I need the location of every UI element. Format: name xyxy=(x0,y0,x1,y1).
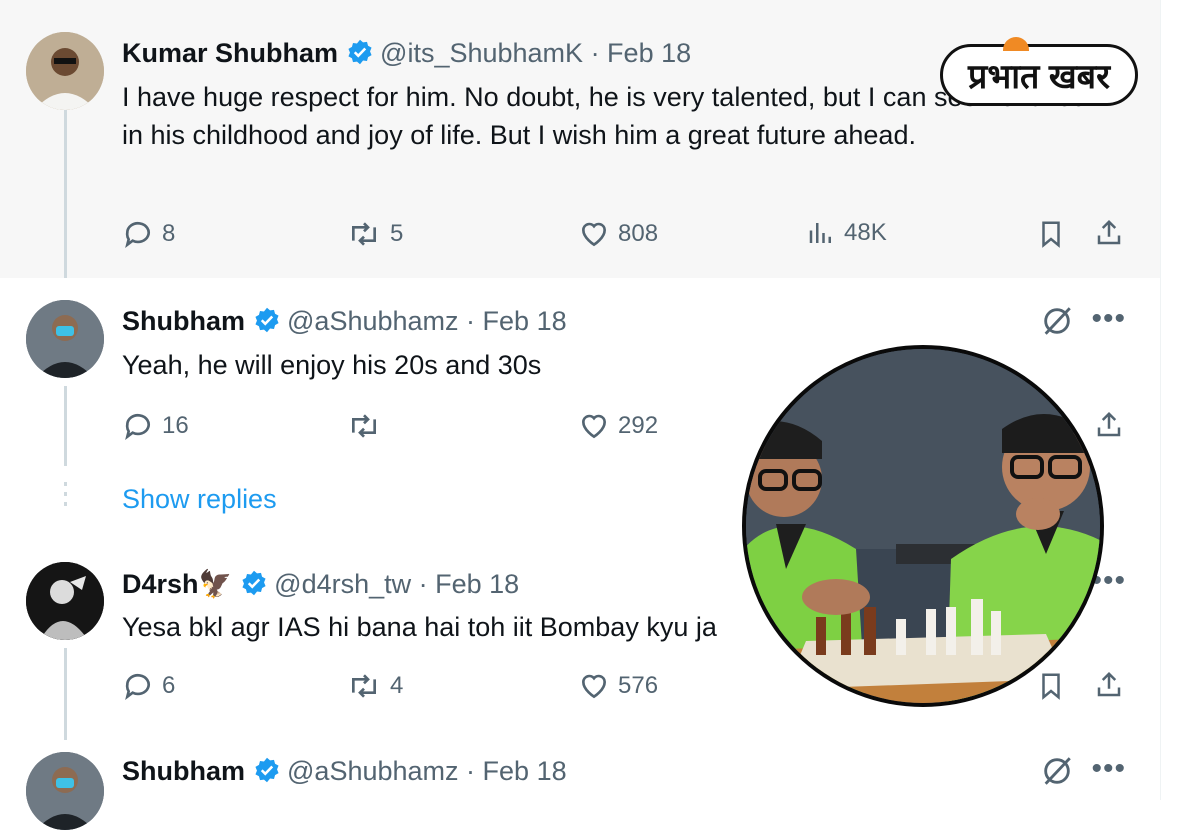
handle[interactable]: @aShubhamz xyxy=(287,306,459,336)
like-count: 292 xyxy=(618,412,659,439)
handle[interactable]: @its_ShubhamK xyxy=(380,38,583,68)
more-options-button[interactable]: ••• xyxy=(1091,302,1126,336)
retweet-count: 5 xyxy=(390,220,404,247)
verified-badge-icon xyxy=(346,38,374,73)
retweet-icon xyxy=(352,414,376,438)
prabhat-khabar-logo: प्रभात खबर xyxy=(940,37,1138,106)
tweet[interactable]: Kumar Shubham @its_ShubhamK · Feb 18 I ha… xyxy=(0,0,1160,300)
retweet-icon xyxy=(352,222,376,246)
heart-icon xyxy=(581,414,607,439)
retweet-button[interactable]: 4 xyxy=(346,670,403,702)
thread-line xyxy=(64,110,67,300)
reply-icon xyxy=(125,221,150,248)
thread-line xyxy=(64,386,67,466)
share-icon xyxy=(1097,411,1121,437)
timestamp[interactable]: · Feb 18 xyxy=(466,306,567,336)
display-name[interactable]: Shubham xyxy=(122,756,245,786)
like-count: 576 xyxy=(618,672,659,699)
tweet-header: Kumar Shubham @its_ShubhamK · Feb 18 xyxy=(122,38,691,73)
timestamp[interactable]: · Feb 18 xyxy=(419,569,520,599)
like-count: 808 xyxy=(618,220,659,247)
retweet-button[interactable] xyxy=(346,410,390,442)
bookmark-icon xyxy=(1042,673,1060,700)
view-count: 48K xyxy=(844,219,887,246)
grok-icon[interactable] xyxy=(1040,304,1074,343)
share-button[interactable] xyxy=(1094,408,1124,442)
retweet-count: 4 xyxy=(390,672,404,699)
reply-count: 6 xyxy=(162,672,176,699)
like-button[interactable]: 292 xyxy=(578,410,658,442)
bookmark-button[interactable] xyxy=(1036,218,1066,250)
thread-line xyxy=(64,648,67,740)
retweet-icon xyxy=(352,674,376,698)
tweet-header: D4rsh🦅 @d4rsh_tw · Feb 18 xyxy=(122,568,519,604)
avatar[interactable] xyxy=(26,32,104,110)
reply-icon xyxy=(125,673,150,700)
views-button[interactable]: 48K xyxy=(806,218,887,248)
tweet-header: Shubham @aShubhamz · Feb 18 xyxy=(122,756,567,791)
more-options-button[interactable]: ••• xyxy=(1091,752,1126,786)
handle[interactable]: @d4rsh_tw xyxy=(274,569,411,599)
retweet-button[interactable]: 5 xyxy=(346,218,403,250)
heart-icon xyxy=(581,222,607,247)
display-name[interactable]: D4rsh🦅 xyxy=(122,569,232,599)
reply-button[interactable]: 6 xyxy=(122,670,175,702)
views-chart-icon xyxy=(809,223,831,243)
reply-button[interactable]: 16 xyxy=(122,410,189,442)
handle[interactable]: @aShubhamz xyxy=(287,756,459,786)
share-icon xyxy=(1097,219,1121,245)
display-name[interactable]: Kumar Shubham xyxy=(122,38,338,68)
verified-badge-icon xyxy=(253,306,281,341)
reply-icon xyxy=(125,413,150,440)
avatar[interactable] xyxy=(26,300,104,378)
like-button[interactable]: 576 xyxy=(578,670,658,702)
display-name[interactable]: Shubham xyxy=(122,306,245,336)
timestamp[interactable]: · Feb 18 xyxy=(466,756,567,786)
share-button[interactable] xyxy=(1094,216,1124,250)
timestamp[interactable]: · Feb 18 xyxy=(591,38,692,68)
grok-icon[interactable] xyxy=(1040,754,1074,793)
verified-badge-icon xyxy=(253,756,281,791)
like-button[interactable]: 808 xyxy=(578,218,658,250)
chess-players-photo xyxy=(742,345,1104,707)
reply-count: 8 xyxy=(162,220,176,247)
avatar[interactable] xyxy=(26,752,104,830)
tweet[interactable]: Shubham @aShubhamz · Feb 18 ••• xyxy=(0,740,1160,830)
bookmark-icon xyxy=(1042,221,1060,248)
bookmark-button[interactable] xyxy=(1036,670,1066,702)
thread-dots xyxy=(64,482,67,512)
heart-icon xyxy=(581,674,607,699)
reply-button[interactable]: 8 xyxy=(122,218,175,250)
tweet-header: Shubham @aShubhamz · Feb 18 xyxy=(122,306,567,341)
logo-text: प्रभात खबर xyxy=(967,58,1110,96)
reply-count: 16 xyxy=(162,412,189,439)
share-button[interactable] xyxy=(1094,668,1124,702)
share-icon xyxy=(1097,671,1121,697)
show-replies-link[interactable]: Show replies xyxy=(122,484,277,515)
avatar[interactable] xyxy=(26,562,104,640)
verified-badge-icon xyxy=(240,569,268,604)
